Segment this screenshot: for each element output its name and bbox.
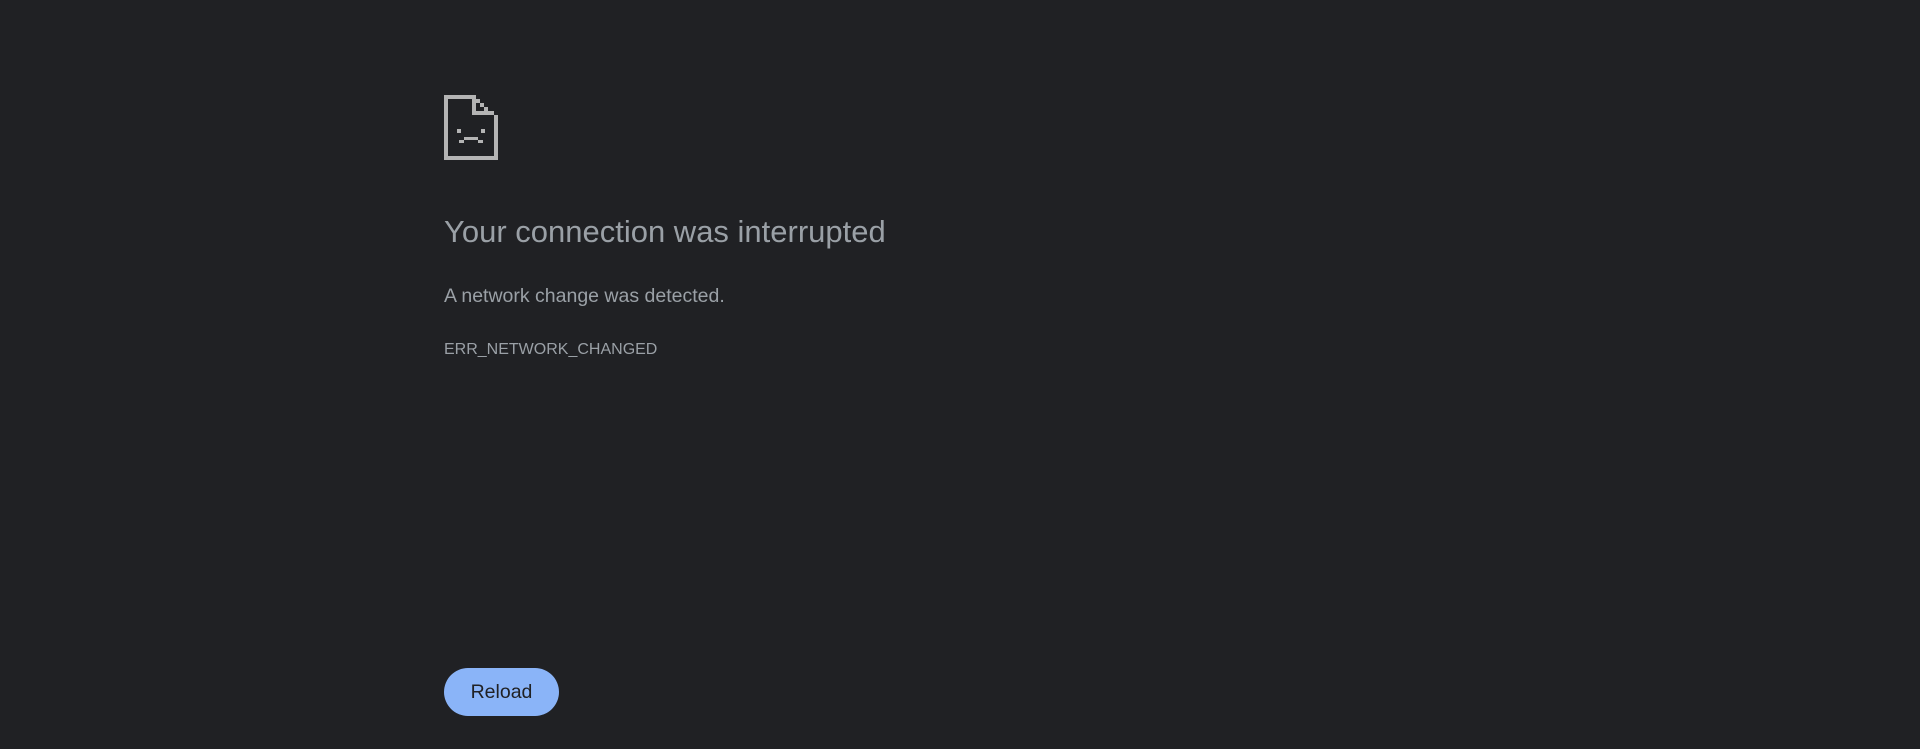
reload-button[interactable]: Reload — [444, 668, 559, 716]
error-code: ERR_NETWORK_CHANGED — [444, 341, 658, 358]
error-page: Your connection was interrupted A networ… — [0, 0, 1920, 749]
error-description: A network change was detected. — [444, 285, 725, 307]
page-title: Your connection was interrupted — [444, 214, 886, 249]
error-content: Your connection was interrupted A networ… — [444, 95, 1444, 358]
sad-document-icon — [444, 95, 498, 160]
